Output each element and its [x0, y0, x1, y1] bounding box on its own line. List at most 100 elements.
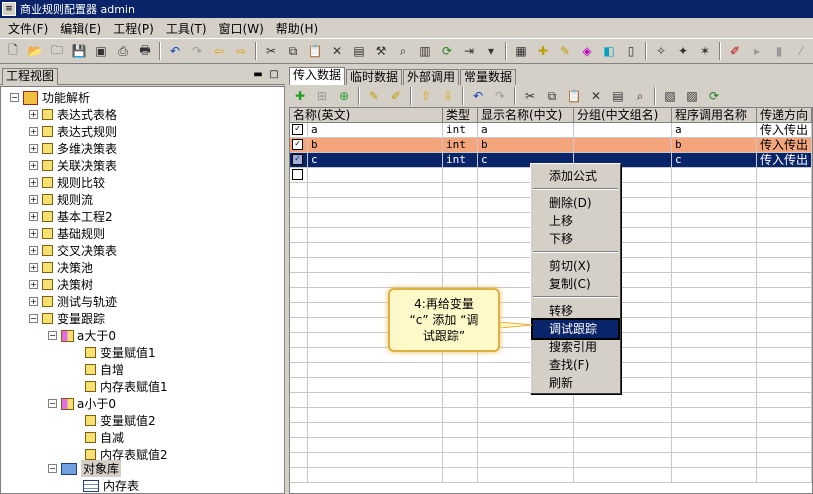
module-icon[interactable]: ◈ — [578, 42, 596, 60]
expand-icon[interactable]: + — [29, 127, 38, 136]
menu-copy[interactable]: 复制(C) — [533, 275, 618, 293]
collapse-icon[interactable]: − — [29, 314, 38, 323]
cell-direction[interactable] — [757, 168, 812, 183]
table-row[interactable]: ✓ b int b b 传入传出 — [290, 138, 812, 153]
col-header-type[interactable]: 类型 — [443, 108, 478, 123]
cell-name[interactable]: c — [308, 153, 443, 168]
tab-external-call[interactable]: 外部调用 — [403, 69, 460, 85]
properties-icon[interactable]: ▤ — [609, 87, 627, 105]
expand-icon[interactable]: + — [29, 212, 38, 221]
copy-icon[interactable]: ⧉ — [543, 87, 561, 105]
menu-find[interactable]: 查找(F) — [533, 356, 618, 374]
move-down-icon[interactable]: ⇩ — [439, 87, 457, 105]
close-pane-icon[interactable]: □ — [268, 69, 280, 80]
tree-item[interactable]: + 规则比较 — [29, 174, 105, 191]
tree-item[interactable]: + 规则流 — [29, 191, 93, 208]
menu-help[interactable]: 帮助(H) — [270, 20, 324, 37]
expand-icon[interactable]: + — [29, 246, 38, 255]
expand-icon[interactable]: + — [29, 110, 38, 119]
menu-refresh[interactable]: 刷新 — [533, 374, 618, 392]
expand-icon[interactable]: + — [29, 263, 38, 272]
tree-item[interactable]: + 交叉决策表 — [29, 242, 117, 259]
tree-item[interactable]: + 关联决策表 — [29, 157, 117, 174]
cell-name[interactable] — [308, 168, 443, 183]
col-header-display[interactable]: 显示名称(中文) — [478, 108, 574, 123]
forward-icon[interactable]: ⇨ — [232, 42, 250, 60]
menu-file[interactable]: 文件(F) — [2, 20, 54, 37]
expand-icon[interactable]: + — [29, 280, 38, 289]
collapse-icon[interactable]: − — [48, 464, 57, 473]
cell-call[interactable]: c — [672, 153, 757, 168]
tree-item[interactable]: + 决策树 — [29, 276, 93, 293]
redo-icon[interactable]: ↷ — [491, 87, 509, 105]
new-icon[interactable]: 🗋 — [4, 42, 22, 60]
cell-display[interactable]: a — [478, 123, 574, 138]
help-icon[interactable]: ▯ — [622, 42, 640, 60]
paste-icon[interactable]: 📋 — [306, 42, 324, 60]
col-header-direction[interactable]: 传递方向 — [757, 108, 812, 123]
cell-group[interactable] — [574, 138, 672, 153]
print-preview-icon[interactable]: ⎙ — [114, 42, 132, 60]
menu-window[interactable]: 窗口(W) — [213, 20, 270, 37]
expand-icon[interactable]: + — [29, 144, 38, 153]
tab-input-data[interactable]: 传入数据 — [289, 67, 346, 85]
find-icon[interactable]: ⌕ — [394, 42, 412, 60]
menu-move-up[interactable]: 上移 — [533, 212, 618, 230]
edit-icon[interactable]: ✎ — [556, 42, 574, 60]
row-checkbox[interactable]: ✓ — [292, 154, 303, 165]
tree-condition[interactable]: − a大于0 — [48, 327, 116, 344]
insert-row-icon[interactable]: ⊞ — [313, 87, 331, 105]
undo-icon[interactable]: ↶ — [469, 87, 487, 105]
edit-all-icon[interactable]: ✐ — [387, 87, 405, 105]
open-icon[interactable]: 📂 — [26, 42, 44, 60]
row-checkbox[interactable] — [292, 169, 303, 180]
cell-name[interactable]: a — [308, 123, 443, 138]
library-icon[interactable]: ◧ — [600, 42, 618, 60]
expand-icon[interactable]: + — [29, 161, 38, 170]
move-up-icon[interactable]: ⇧ — [417, 87, 435, 105]
tree-action[interactable]: 自增 — [85, 361, 124, 378]
find-icon[interactable]: ⌕ — [631, 87, 649, 105]
cell-type[interactable]: int — [443, 153, 478, 168]
cell-name[interactable]: b — [308, 138, 443, 153]
menu-move-down[interactable]: 下移 — [533, 230, 618, 248]
tree-item[interactable]: + 表达式规则 — [29, 123, 117, 140]
back-icon[interactable]: ⇦ — [210, 42, 228, 60]
tree-action[interactable]: 变量赋值1 — [85, 344, 156, 361]
menu-tools[interactable]: 工具(T) — [160, 20, 213, 37]
redo-icon[interactable]: ↷ — [188, 42, 206, 60]
cell-type[interactable] — [443, 168, 478, 183]
tree-item[interactable]: + 测试与轨迹 — [29, 293, 117, 310]
collapse-icon[interactable]: − — [10, 93, 19, 102]
tree-item[interactable]: + 表达式表格 — [29, 106, 117, 123]
cell-call[interactable]: b — [672, 138, 757, 153]
menu-debug-trace[interactable]: 调试跟踪 — [531, 318, 620, 340]
edit-row-icon[interactable]: ✎ — [365, 87, 383, 105]
cut-icon[interactable]: ✂ — [521, 87, 539, 105]
cell-direction[interactable]: 传入传出 — [757, 138, 812, 153]
tips-icon[interactable]: ✦ — [674, 42, 692, 60]
delete-icon[interactable]: ✕ — [328, 42, 346, 60]
menu-add-formula[interactable]: 添加公式 — [533, 167, 618, 185]
undo-icon[interactable]: ↶ — [166, 42, 184, 60]
check-icon[interactable]: ✶ — [696, 42, 714, 60]
menu-delete[interactable]: 删除(D) — [533, 194, 618, 212]
tree-condition[interactable]: − a小于0 — [48, 395, 116, 412]
cell-type[interactable]: int — [443, 138, 478, 153]
wizard-icon[interactable]: ✧ — [652, 42, 670, 60]
indent-icon[interactable]: ⇥ — [460, 42, 478, 60]
tree-action[interactable]: 变量赋值2 — [85, 412, 156, 429]
row-checkbox-cell[interactable]: ✓ — [290, 138, 308, 153]
cell-call[interactable]: a — [672, 123, 757, 138]
expand-icon[interactable]: + — [29, 229, 38, 238]
import-icon[interactable]: ▧ — [661, 87, 679, 105]
row-checkbox[interactable]: ✓ — [292, 124, 303, 135]
export-icon[interactable]: ▨ — [683, 87, 701, 105]
save-icon[interactable]: 💾 — [70, 42, 88, 60]
cell-call[interactable] — [672, 168, 757, 183]
save-all-icon[interactable]: ▣ — [92, 42, 110, 60]
delete-icon[interactable]: ✕ — [587, 87, 605, 105]
menu-cut[interactable]: 剪切(X) — [533, 257, 618, 275]
collapse-icon[interactable]: − — [48, 331, 57, 340]
cut-icon[interactable]: ✂ — [262, 42, 280, 60]
